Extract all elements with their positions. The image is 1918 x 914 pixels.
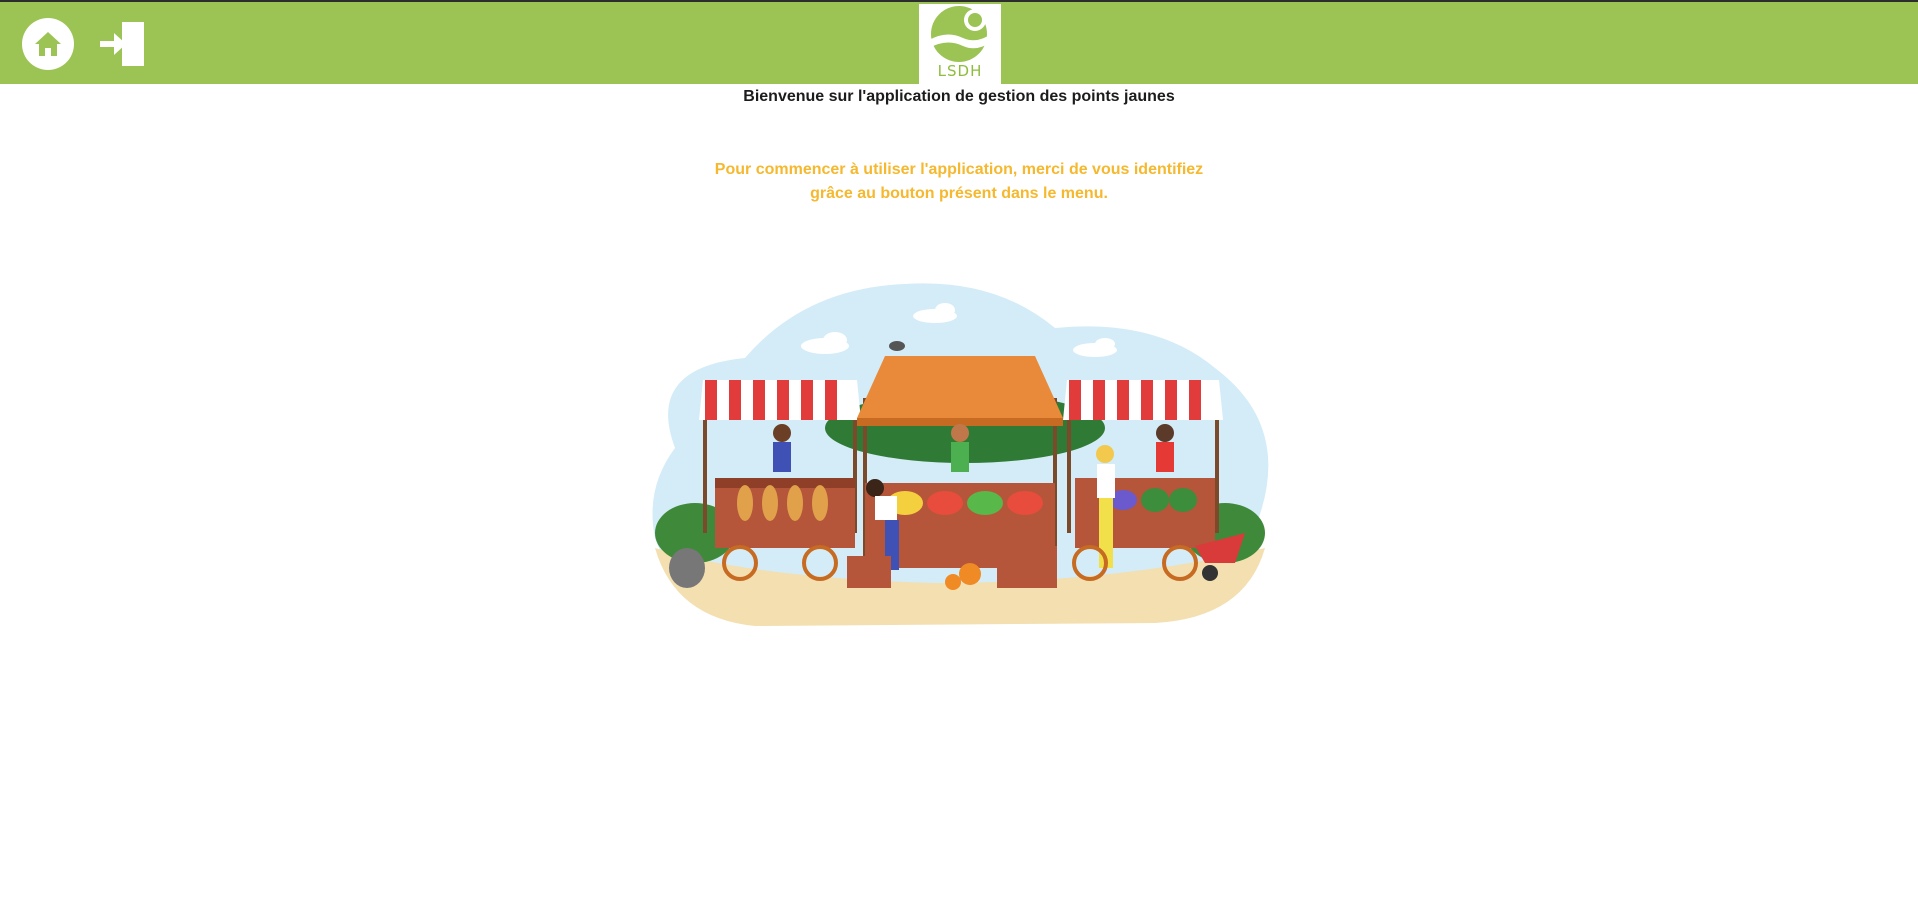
lsdh-logo: LSDH [919, 4, 1001, 86]
market-illustration [652, 283, 1269, 626]
login-icon [100, 22, 144, 66]
instruction-line-2: grâce au bouton présent dans le menu. [810, 185, 1108, 202]
welcome-title: Bienvenue sur l'application de gestion d… [743, 88, 1175, 105]
login-instructions: Pour commencer à utiliser l'application,… [709, 158, 1209, 206]
top-menu-bar: LSDH [0, 2, 1918, 86]
trash-bags [669, 548, 705, 588]
pigeon [889, 341, 905, 351]
logo-emblem-icon [929, 6, 991, 62]
logo-text: LSDH [937, 62, 983, 80]
login-button[interactable] [98, 20, 148, 68]
instruction-line-1: Pour commencer à utiliser l'application,… [714, 161, 1204, 178]
home-button[interactable] [22, 18, 74, 70]
home-icon [35, 32, 61, 56]
